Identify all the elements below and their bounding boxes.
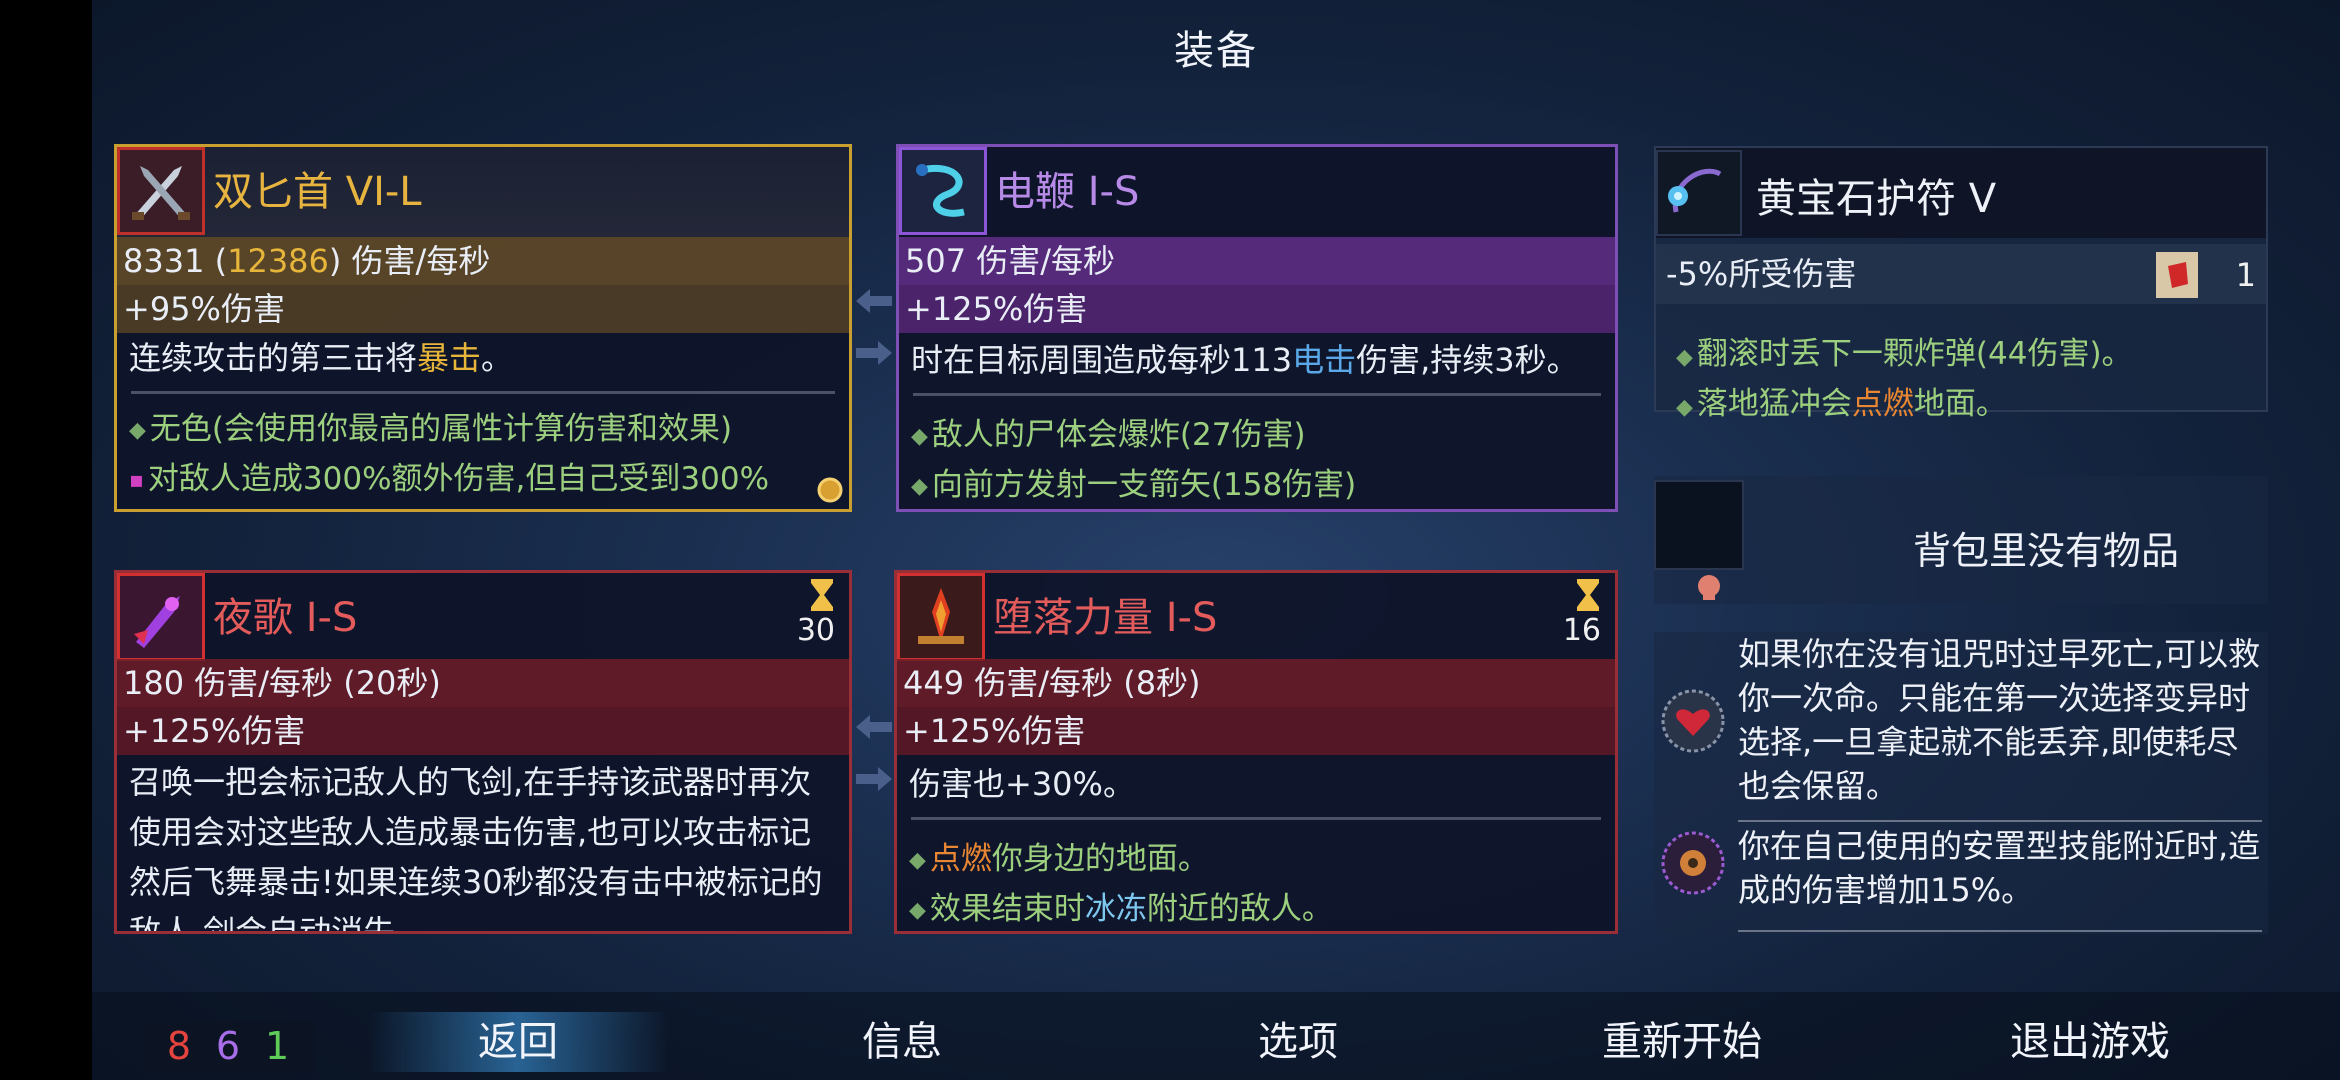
divider xyxy=(131,391,835,394)
info-button[interactable]: 信息 xyxy=(812,1012,992,1072)
divider xyxy=(1738,820,2262,822)
mutation-text: 你在自己使用的安置型技能附近时,造成的伤害增加15%。 xyxy=(1738,827,2261,909)
skill-effect: ◆ 效果结束时冰冻附近的敌人。 xyxy=(909,891,1333,927)
divider xyxy=(913,393,1601,396)
scroll-count: 1 xyxy=(2235,256,2256,294)
weapon-card-twin-daggers[interactable]: 双匕首 VI-L 8331 (12386) 伤害/每秒 +95%伤害 连续攻击的… xyxy=(114,144,852,512)
swap-right-arrow-icon[interactable] xyxy=(854,764,894,794)
weapon-effect: ▪ 对敌人造成300%额外伤害,但自己受到300% xyxy=(129,461,770,497)
screen-title: 装备 xyxy=(1174,28,1258,74)
mutation-text: 如果你在没有诅咒时过早死亡,可以救你一次命。只能在第一次选择变异时选择,一旦拿起… xyxy=(1738,635,2261,805)
skill-card-nightsong[interactable]: 夜歌 I-S 30 180 伤害/每秒 (20秒) +125%伤害 召唤一把会标… xyxy=(114,570,852,934)
left-black-bar xyxy=(0,0,92,1080)
nightsong-icon xyxy=(117,573,205,661)
footer-menu-bar: 8 6 1 返回 信息 选项 重新开始 退出游戏 xyxy=(92,992,2340,1080)
weapon-bonus: +125%伤害 xyxy=(899,285,1615,333)
weapon-effect: ◆ 无色(会使用你最高的属性计算伤害和效果) xyxy=(129,411,733,447)
weapon-description: 连续攻击的第三击将暴击。 xyxy=(129,339,514,377)
scroll-counts: 8 6 1 xyxy=(142,1020,314,1072)
survival-count: 1 xyxy=(264,1024,290,1068)
corrupted-power-icon xyxy=(897,573,985,661)
skill-card-corrupted-power[interactable]: 堕落力量 I-S 16 449 伤害/每秒 (8秒) +125%伤害 伤害也+3… xyxy=(894,570,1618,934)
amulet-panel[interactable]: 黄宝石护符 V -5%所受伤害 1 ◆ 翻滚时丢下一颗炸弹(44伤害)。 ◆ 落地猛… xyxy=(1654,146,2268,422)
swap-left-arrow-icon[interactable] xyxy=(854,286,894,316)
cooldown-timer: 16 xyxy=(1541,577,1601,648)
cooldown-seconds: 30 xyxy=(796,613,835,648)
options-button[interactable]: 选项 xyxy=(1208,1012,1388,1072)
swap-right-arrow-icon[interactable] xyxy=(854,338,894,368)
weapon-name: 电鞭 I-S xyxy=(995,169,1140,215)
topaz-amulet-icon xyxy=(1656,150,1742,236)
cooldown-timer: 30 xyxy=(775,577,835,648)
backpack-panel[interactable]: 背包里没有物品 xyxy=(1654,476,2268,604)
skill-name: 堕落力量 I-S xyxy=(993,595,1218,641)
amulet-effect: ◆ 落地猛冲会点燃地面。 xyxy=(1676,386,2007,422)
quit-game-button[interactable]: 退出游戏 xyxy=(1980,1012,2200,1072)
restart-button[interactable]: 重新开始 xyxy=(1572,1012,1792,1072)
weapon-dps: 507 伤害/每秒 xyxy=(899,237,1615,285)
cooldown-seconds: 16 xyxy=(1562,613,1601,648)
brutality-count: 8 xyxy=(166,1024,192,1068)
heart-mutation-icon xyxy=(1661,689,1725,753)
electric-whip-icon xyxy=(899,147,987,235)
weapon-dps: 8331 (12386) 伤害/每秒 xyxy=(117,237,849,285)
amulet-effect: ◆ 翻滚时丢下一颗炸弹(44伤害)。 xyxy=(1676,336,2133,372)
swap-left-arrow-icon[interactable] xyxy=(854,712,894,742)
weapon-effect: ◆ 敌人的尸体会爆炸(27伤害) xyxy=(911,417,1306,453)
hourglass-icon xyxy=(811,579,833,611)
hourglass-icon xyxy=(1577,579,1599,611)
weapon-bonus: +95%伤害 xyxy=(117,285,849,333)
divider xyxy=(911,817,1601,820)
twin-daggers-icon xyxy=(117,147,205,235)
divider xyxy=(1738,930,2262,932)
tactics-count: 6 xyxy=(215,1024,241,1068)
skull-icon xyxy=(1698,575,1720,600)
amulet-name: 黄宝石护符 V xyxy=(1756,176,1997,222)
backpack-empty-text: 背包里没有物品 xyxy=(1912,529,2179,573)
trap-mutation-icon xyxy=(1661,831,1725,895)
skill-dps: 449 伤害/每秒 (8秒) xyxy=(897,659,1615,707)
skill-description: 召唤一把会标记敌人的飞剑,在手持该武器时再次使用会对这些敌人造成暴击伤害,也可以… xyxy=(129,763,823,934)
weapon-name: 双匕首 VI-L xyxy=(213,169,422,215)
game-stage: 装备 双匕首 VI-L 8331 (12386) 伤害/每秒 +95%伤害 连续… xyxy=(92,0,2340,1080)
skill-effect: ◆ 点燃你身边的地面。 xyxy=(909,841,1209,877)
weapon-card-electric-whip[interactable]: 电鞭 I-S 507 伤害/每秒 +125%伤害 时在目标周围造成每秒113电击… xyxy=(896,144,1618,512)
skill-name: 夜歌 I-S xyxy=(213,595,358,641)
weapon-effect: ◆ 向前方发射一支箭矢(158伤害) xyxy=(911,467,1357,503)
skill-bonus: +125%伤害 xyxy=(117,707,849,755)
back-button[interactable]: 返回 xyxy=(368,1012,668,1072)
legendary-corner-icon xyxy=(817,477,843,503)
scroll-icon xyxy=(2156,252,2198,298)
mutations-panel: 如果你在没有诅咒时过早死亡,可以救你一次命。只能在第一次选择变异时选择,一旦拿起… xyxy=(1654,632,2268,934)
skill-description: 伤害也+30%。 xyxy=(909,765,1135,803)
skill-dps: 180 伤害/每秒 (20秒) xyxy=(117,659,849,707)
weapon-description: 时在目标周围造成每秒113电击伤害,持续3秒。 xyxy=(911,341,1579,379)
skill-bonus: +125%伤害 xyxy=(897,707,1615,755)
